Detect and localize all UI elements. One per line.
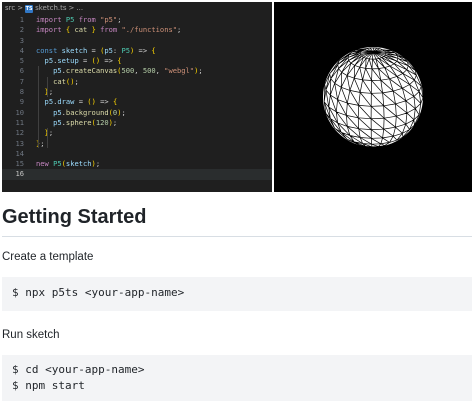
indent-guide	[47, 128, 48, 148]
code-text: cat();	[53, 76, 79, 86]
line-number: 12	[15, 128, 24, 138]
line-number: 3	[19, 35, 24, 45]
line-number: 16	[15, 169, 24, 179]
code-line[interactable]: 1 import P5 from "p5";	[2, 15, 272, 25]
breadcrumb-separator: >	[68, 4, 75, 12]
line-number: 8	[19, 87, 24, 97]
step-create-template-label: Create a template	[2, 251, 94, 263]
code-line[interactable]: 12 };	[2, 128, 272, 138]
code-editor[interactable]: src > TS sketch.ts > ... 1 import P5 from…	[2, 2, 272, 192]
code-line[interactable]: 15 new P5(sketch);	[2, 159, 272, 169]
sketch-canvas	[274, 2, 472, 192]
step-run-sketch-label: Run sketch	[2, 329, 60, 341]
code-line[interactable]: 3	[2, 36, 272, 46]
code-line[interactable]: 13};	[2, 139, 272, 149]
line-number: 1	[19, 15, 24, 24]
code-text: import P5 from "p5";	[36, 15, 122, 24]
page-title: Getting Started	[2, 206, 147, 228]
code-block-create[interactable]: $ npx p5ts <your-app-name>	[2, 277, 472, 311]
code-line[interactable]: 8 };	[2, 87, 272, 97]
line-number: 9	[19, 97, 24, 107]
line-number: 5	[19, 56, 24, 66]
heading-divider	[2, 236, 472, 237]
code-line[interactable]: 11 p5.sphere(120);	[2, 118, 272, 128]
code-line: $ npx p5ts <your-app-name>	[12, 286, 185, 299]
line-number: 7	[19, 76, 24, 86]
code-line[interactable]: 14	[2, 149, 272, 159]
code-line[interactable]: 16	[2, 169, 272, 180]
code-text: p5.createCanvas(500, 500, "webgl");	[53, 66, 203, 76]
line-number: 10	[15, 107, 24, 117]
breadcrumb-folder[interactable]: src	[5, 2, 15, 15]
code-line[interactable]: 5 p5.setup = () => {	[2, 56, 272, 66]
indent-guide	[47, 77, 48, 97]
code-line[interactable]: 6 p5.createCanvas(500, 500, "webgl");	[2, 66, 272, 76]
code-text: p5.draw = () => {	[44, 97, 118, 107]
code-line[interactable]: 7 cat();	[2, 77, 272, 87]
code-line[interactable]: 10 p5.background(0);	[2, 108, 272, 118]
top-panel: src > TS sketch.ts > ... 1 import P5 from…	[0, 0, 474, 192]
breadcrumb-more[interactable]: ...	[76, 2, 83, 15]
code-area[interactable]: 1 import P5 from "p5"; 2 import { cat } fro…	[2, 15, 272, 180]
breadcrumb-file[interactable]: sketch.ts	[35, 2, 66, 15]
line-number: 14	[15, 148, 24, 158]
line-number: 11	[15, 117, 24, 127]
typescript-file-icon: TS	[25, 4, 34, 13]
line-number: 2	[19, 25, 24, 35]
code-text: const sketch = (p5: P5) => {	[36, 45, 156, 55]
code-line[interactable]: 4 const sketch = (p5: P5) => {	[2, 46, 272, 56]
code-text: import { cat } from "./functions";	[36, 25, 182, 35]
code-line: $ cd <your-app-name>	[12, 363, 145, 376]
code-line[interactable]: 9 p5.draw = () => {	[2, 97, 272, 107]
line-number: 13	[15, 138, 24, 148]
line-number: 6	[19, 66, 24, 76]
code-text: p5.setup = () => {	[44, 56, 122, 66]
code-text: p5.sphere(120);	[53, 117, 118, 127]
wireframe-sphere	[323, 47, 424, 148]
indent-guide	[38, 66, 39, 148]
breadcrumb: src > TS sketch.ts > ...	[2, 2, 272, 15]
code-line: $ npm start	[12, 379, 85, 392]
line-number: 4	[19, 45, 24, 55]
code-text: new P5(sketch);	[36, 159, 101, 169]
code-text: p5.background(0);	[53, 107, 126, 117]
breadcrumb-separator: >	[17, 4, 24, 12]
line-number: 15	[15, 159, 24, 169]
code-line[interactable]: 2 import { cat } from "./functions";	[2, 25, 272, 35]
code-block-run[interactable]: $ cd <your-app-name> $ npm start	[2, 355, 472, 401]
